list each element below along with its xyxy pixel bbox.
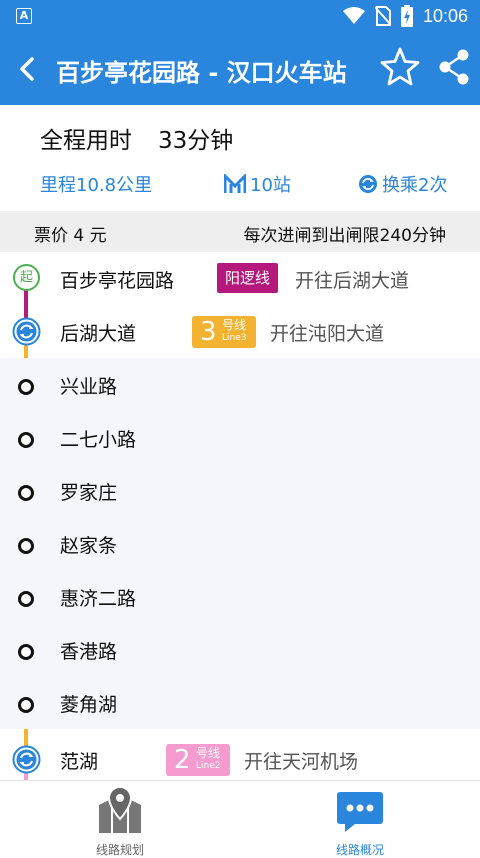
nav-route-planning[interactable]: 线路规划 [60, 785, 180, 858]
chat-bubble-icon [337, 792, 383, 832]
stations-text: 10站 [250, 175, 291, 196]
station-name: 罗家庄 [60, 482, 118, 504]
line-en: Line3 [222, 333, 247, 343]
time-limit: 每次进闸到出闸限240分钟 [243, 226, 446, 246]
line-en: Line2 [196, 761, 221, 771]
distance-text: 里程10.8公里 [40, 175, 153, 196]
station-row[interactable]: 惠济二路 [0, 570, 480, 623]
route-list[interactable]: 起 百步亭花园路 阳逻线 开往后湖大道 后湖大道 3 号线 Line3 开往沌阳… [0, 252, 480, 780]
station-name: 赵家条 [60, 535, 118, 557]
fare-price: 票价 4 元 [34, 226, 107, 246]
station-name: 惠济二路 [60, 588, 137, 610]
nav-route-overview[interactable]: 线路概况 [300, 785, 420, 858]
stop-dot [18, 644, 34, 660]
system-status: 10:06 [342, 5, 468, 27]
metro-m-icon [224, 174, 246, 193]
clock: 10:06 [422, 5, 468, 26]
stop-dot [18, 697, 34, 713]
total-time-label: 全程用时 [40, 128, 132, 154]
station-row[interactable]: 兴业路 [0, 358, 480, 411]
direction-text: 开往沌阳大道 [270, 323, 385, 345]
direction-text: 开往后湖大道 [295, 270, 410, 292]
station-row[interactable]: 罗家庄 [0, 464, 480, 517]
station-name: 菱角湖 [60, 694, 118, 716]
stop-dot [18, 432, 34, 448]
fare-bar: 票价 4 元 每次进闸到出闸限240分钟 [0, 211, 480, 252]
nav-label: 线路规划 [95, 843, 144, 857]
station-name: 范湖 [60, 751, 99, 773]
station-row[interactable]: 二七小路 [0, 411, 480, 464]
line-badge-line2: 2 号线 Line2 [166, 744, 230, 776]
station-name: 香港路 [60, 641, 118, 663]
station-name: 百步亭花园路 [60, 270, 175, 292]
wifi-icon [342, 7, 365, 24]
transfers-stat: 换乘2次 [358, 171, 447, 197]
station-row[interactable]: 菱角湖 [0, 676, 480, 729]
page-title: 百步亭花园路 - 汉口火车站 [56, 59, 347, 87]
line-label: 号线 [196, 746, 221, 760]
trip-summary: 全程用时 33分钟 里程10.8公里 10站 换乘2次 [0, 105, 480, 211]
app-bar: 百步亭花园路 - 汉口火车站 [0, 33, 480, 105]
transfers-text: 换乘2次 [382, 175, 448, 196]
stop-dot [18, 591, 34, 607]
line-number: 2 [174, 745, 191, 775]
station-name: 兴业路 [60, 376, 118, 398]
app-notification-icon: A [16, 8, 32, 24]
no-sim-icon [374, 6, 391, 26]
transfer-station-icon [12, 745, 41, 774]
total-time-value: 33分钟 [158, 128, 234, 154]
stop-dot [18, 538, 34, 554]
line-label: 号线 [222, 318, 247, 332]
battery-charging-icon [400, 5, 413, 27]
share-icon[interactable] [436, 47, 472, 87]
station-row-start[interactable]: 起 百步亭花园路 阳逻线 开往后湖大道 [0, 252, 480, 305]
nav-label: 线路概况 [335, 843, 384, 857]
status-bar: A 10:06 [0, 0, 480, 33]
station-row-transfer-2[interactable]: 范湖 2 号线 Line2 开往天河机场 [0, 733, 480, 780]
start-icon: 起 [13, 264, 40, 291]
transfer-station-icon [12, 317, 41, 346]
map-pin-icon [99, 785, 141, 833]
station-row-transfer-1[interactable]: 后湖大道 3 号线 Line3 开往沌阳大道 [0, 305, 480, 358]
direction-text: 开往天河机场 [244, 751, 359, 773]
line-number: 3 [200, 317, 217, 347]
line-badge-line3: 3 号线 Line3 [192, 316, 256, 348]
total-time: 全程用时 33分钟 [40, 121, 233, 155]
stop-dot [18, 485, 34, 501]
station-row[interactable]: 赵家条 [0, 517, 480, 570]
bottom-navigation: 线路规划 线路概况 [0, 780, 480, 858]
station-row[interactable]: 香港路 [0, 623, 480, 676]
stations-stat: 10站 [224, 171, 291, 197]
stop-dot [18, 379, 34, 395]
station-name: 二七小路 [60, 429, 137, 451]
station-name: 后湖大道 [60, 323, 137, 345]
star-outline-icon[interactable] [378, 45, 422, 89]
line-badge-yangluo: 阳逻线 [217, 263, 279, 293]
back-arrow-icon[interactable] [10, 51, 46, 87]
distance-stat: 里程10.8公里 [40, 171, 152, 197]
transfer-icon [359, 175, 377, 193]
